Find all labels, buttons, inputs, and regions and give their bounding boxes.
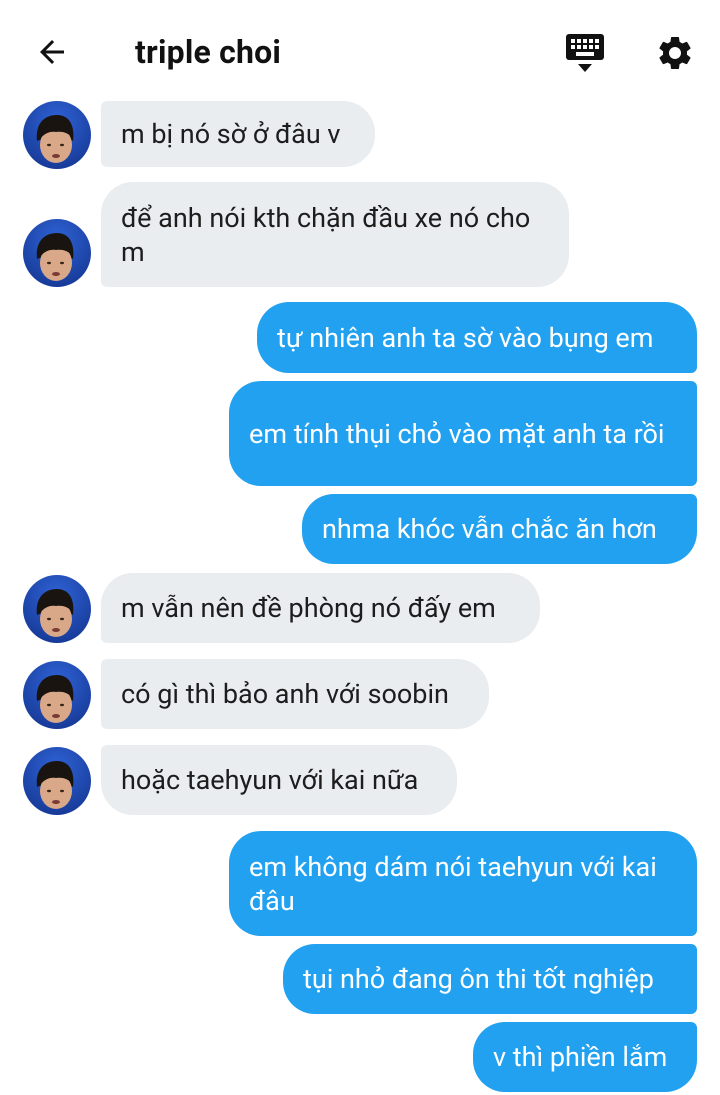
avatar-photo-icon <box>23 747 91 815</box>
message-text: tự nhiên anh ta sờ vào bụng em <box>277 321 654 354</box>
message-text: m bị nó sờ ở đâu v <box>121 118 341 150</box>
chat-header: triple choi <box>0 0 720 100</box>
message-text: m vẫn nên đề phòng nó đấy em <box>121 592 496 624</box>
message-list: m bị nó sờ ở đâu v để anh nói kth chặn đ… <box>0 0 720 1095</box>
message-bubble-incoming[interactable]: có gì thì bảo anh với soobin <box>101 659 489 729</box>
message-bubble-incoming[interactable]: để anh nói kth chặn đầu xe nó cho m <box>101 182 569 287</box>
keyboard-icon <box>566 34 604 72</box>
message-bubble-outgoing[interactable]: em không dám nói taehyun với kai đâu <box>229 831 697 936</box>
message-text: có gì thì bảo anh với soobin <box>121 678 449 710</box>
keyboard-button[interactable] <box>562 30 608 76</box>
message-bubble-incoming[interactable]: hoặc taehyun với kai nữa <box>101 745 457 815</box>
gear-icon <box>659 36 691 69</box>
message-bubble-outgoing[interactable]: tự nhiên anh ta sờ vào bụng em <box>257 302 697 373</box>
avatar[interactable] <box>23 747 91 815</box>
settings-button[interactable] <box>652 30 698 76</box>
avatar-photo-icon <box>23 101 91 169</box>
avatar[interactable] <box>23 101 91 169</box>
message-bubble-incoming[interactable]: m vẫn nên đề phòng nó đấy em <box>101 573 540 643</box>
arrow-left-icon <box>40 40 64 64</box>
avatar-photo-icon <box>23 575 91 643</box>
avatar[interactable] <box>23 575 91 643</box>
avatar-photo-icon <box>23 219 91 287</box>
message-text: hoặc taehyun với kai nữa <box>121 764 419 796</box>
message-text: v thì phiền lắm <box>493 1041 668 1073</box>
message-bubble-outgoing[interactable]: v thì phiền lắm <box>473 1022 697 1092</box>
message-text: tụi nhỏ đang ôn thi tốt nghiệp <box>303 963 654 995</box>
message-text: em không dám nói taehyun với kai đâu <box>249 850 657 917</box>
message-bubble-outgoing[interactable]: nhma khóc vẫn chắc ăn hơn <box>302 494 697 564</box>
avatar[interactable] <box>23 661 91 729</box>
avatar[interactable] <box>23 219 91 287</box>
message-bubble-outgoing[interactable]: tụi nhỏ đang ôn thi tốt nghiệp <box>283 944 697 1014</box>
message-bubble-incoming[interactable]: m bị nó sờ ở đâu v <box>101 101 375 167</box>
back-button[interactable] <box>30 30 74 74</box>
message-text: để anh nói kth chặn đầu xe nó cho m <box>121 201 531 268</box>
avatar-photo-icon <box>23 661 91 729</box>
message-text: em tính thụi chỏ vào mặt anh ta rồi <box>249 417 665 450</box>
message-bubble-outgoing[interactable]: em tính thụi chỏ vào mặt anh ta rồi <box>229 381 697 486</box>
conversation-title[interactable]: triple choi <box>135 30 281 74</box>
message-text: nhma khóc vẫn chắc ăn hơn <box>322 513 657 545</box>
